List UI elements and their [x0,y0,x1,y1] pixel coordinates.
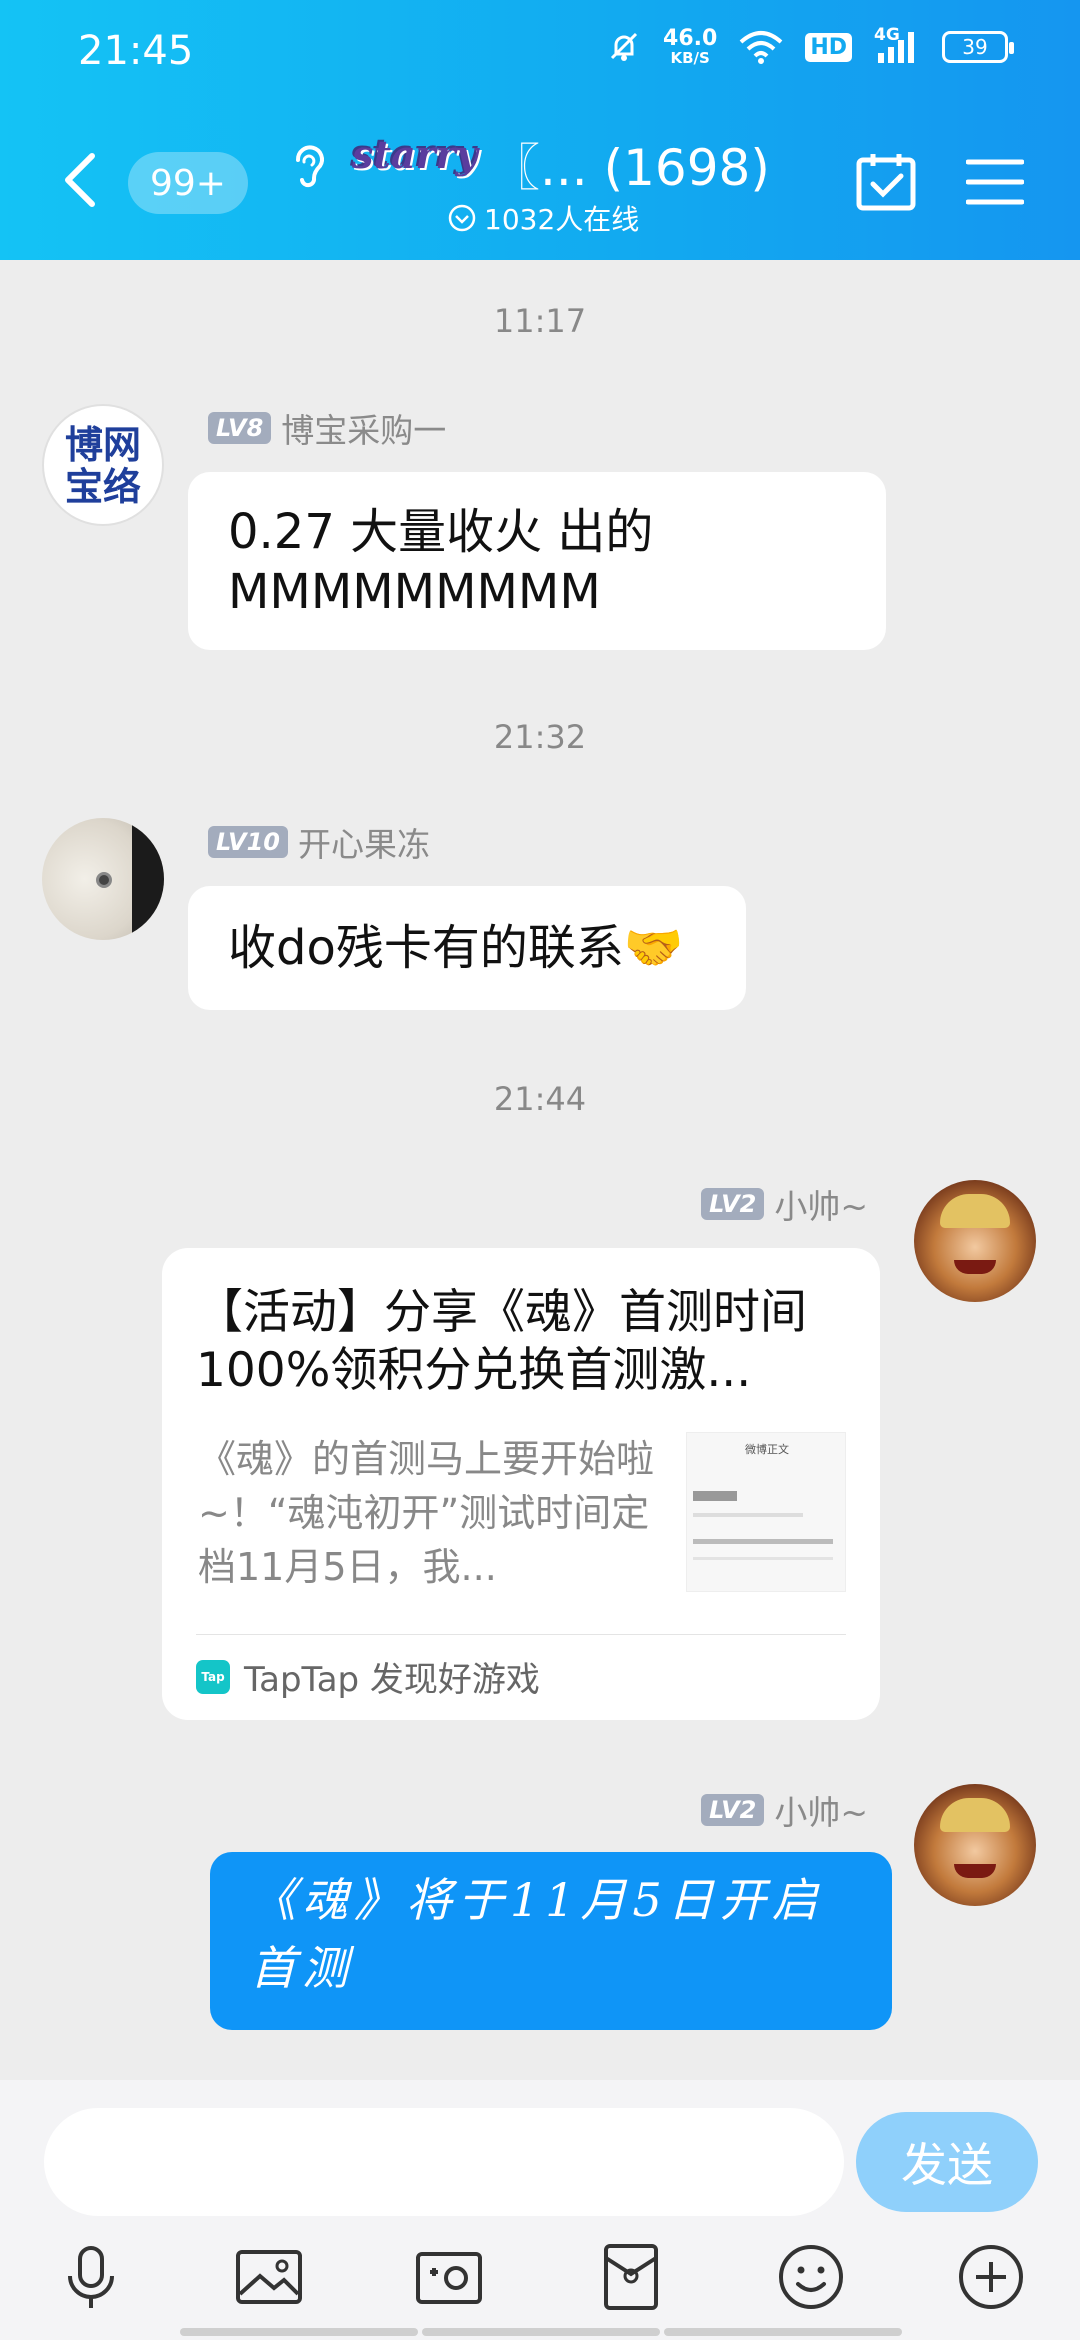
thumbnail-line [693,1539,833,1544]
share-card[interactable]: 【活动】分享《魂》首测时间 100%领积分兑换首测激... 《魂》的首测马上要开… [162,1248,880,1720]
battery-icon: 39 [942,31,1014,63]
message-bubble[interactable]: 收do残卡有的联系🤝 [188,886,746,1010]
thumbnail-line [693,1557,833,1560]
chevron-down-circle-icon [448,204,476,232]
message-bubble[interactable]: 《魂》将于11月5日开启首测 [210,1852,892,2030]
microphone-icon[interactable] [56,2242,126,2312]
time-separator: 21:44 [493,1080,587,1118]
share-card-description: 《魂》的首测马上要开始啦~！“魂沌初开”测试时间定档11月5日，我... [198,1437,655,1589]
sender-info: LV10 开心果冻 [208,818,430,866]
top-bar: 21:45 46.0 KB/S HD 4G 39 99+ starry 〖...… [0,0,1080,260]
net-speed: 46.0 KB/S [663,26,718,67]
share-source: Tap TapTap 发现好游戏 [196,1652,540,1701]
status-time: 21:45 [78,28,194,74]
menu-icon[interactable] [966,158,1024,206]
avatar-hat [940,1194,1010,1228]
sender-name[interactable]: 小帅~ [774,1786,868,1834]
calendar-check-icon[interactable] [855,150,917,212]
avatar-shade [132,818,164,940]
avatar-mouth [954,1260,996,1274]
share-card-title: 【活动】分享《魂》首测时间 100%领积分兑换首测激... [196,1285,807,1398]
avatar[interactable] [914,1180,1036,1302]
message-text: 《魂》将于11月5日开启首测 [250,1873,824,1995]
image-icon[interactable] [234,2242,304,2312]
page-indicator [422,2328,660,2336]
send-button[interactable]: 发送 [856,2112,1038,2212]
message-text: 收do残卡有的联系🤝 [228,920,684,976]
net-speed-unit: KB/S [670,49,710,67]
level-badge: LV2 [701,1794,765,1826]
sender-info: LV2 小帅~ [701,1180,868,1228]
mute-bell-icon [610,32,638,61]
plus-circle-icon[interactable] [956,2242,1026,2312]
online-count-text: 1032人在线 [484,203,640,236]
page-indicator [664,2328,902,2336]
avatar-logo-text: 博网宝络 [64,423,141,509]
avatar[interactable] [42,818,164,940]
sender-info: LV2 小帅~ [701,1786,868,1834]
message-line: MMMMMMMMM [228,564,601,620]
hd-badge: HD [805,32,852,62]
level-badge: LV8 [208,412,272,444]
group-logo: starry [352,132,478,177]
sender-name[interactable]: 小帅~ [774,1180,868,1228]
message-input[interactable] [44,2108,844,2216]
wifi-icon [739,31,783,64]
avatar-hat [940,1798,1010,1832]
unread-count-badge[interactable]: 99+ [128,152,248,214]
group-title[interactable]: 〖... (1698) [490,128,770,200]
thumbnail-title: 微博正文 [745,1443,789,1456]
sender-name[interactable]: 开心果冻 [298,818,430,866]
net-speed-value: 46.0 [663,26,718,51]
taptap-icon: Tap [196,1659,230,1694]
avatar-mouth [954,1864,996,1878]
share-source-text: TapTap 发现好游戏 [244,1660,540,1700]
message-bubble[interactable]: 0.27 大量收火 出的 MMMMMMMMM [188,472,886,650]
emoji-icon[interactable] [776,2242,846,2312]
sender-name[interactable]: 博宝采购一 [281,404,446,452]
avatar[interactable]: 博网宝络 [42,404,164,526]
level-badge: LV2 [701,1188,765,1220]
avatar-dot [96,872,112,888]
time-separator: 21:32 [493,718,587,756]
thumbnail-line [693,1513,803,1517]
red-packet-icon[interactable] [596,2242,666,2312]
page-indicator [180,2328,418,2336]
sender-info: LV8 博宝采购一 [208,404,446,452]
cell-signal-icon: 4G [874,25,920,65]
back-icon[interactable] [60,150,100,210]
share-card-thumbnail: 微博正文 [686,1432,846,1592]
ear-icon[interactable] [288,140,328,190]
level-badge: LV10 [208,826,288,858]
divider [196,1634,846,1635]
message-line: 0.27 大量收火 出的 [228,504,654,560]
avatar[interactable] [914,1784,1036,1906]
thumbnail-block [693,1491,737,1501]
time-separator: 11:17 [493,302,587,340]
camera-icon[interactable] [414,2242,484,2312]
online-count[interactable]: 1032人在线 [448,198,639,238]
input-bar: 发送 [0,2080,1080,2340]
status-icons: 46.0 KB/S HD 4G 39 [607,25,1014,67]
